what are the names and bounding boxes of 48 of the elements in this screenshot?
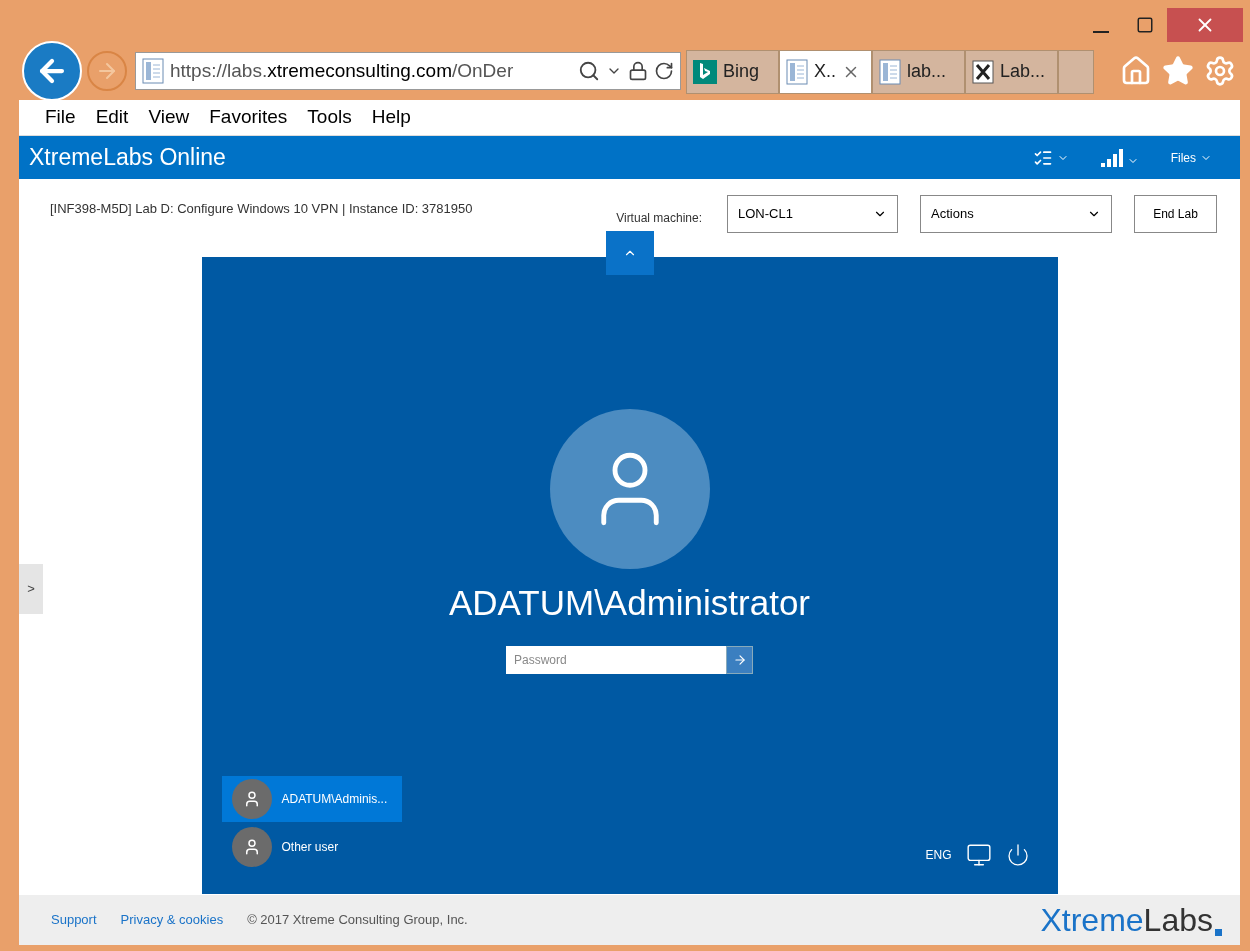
url-text: https://labs.xtremeconsulting.com/OnDer	[170, 58, 515, 83]
menu-item[interactable]: View	[148, 103, 190, 132]
actions-select[interactable]: Actions	[920, 195, 1112, 233]
minimize-icon	[1093, 31, 1109, 33]
x-logo-icon	[972, 59, 994, 84]
vm-label: Virtual machine:	[616, 210, 702, 227]
browser-tab[interactable]: Bing	[686, 49, 779, 94]
end-lab-button[interactable]: End Lab	[1134, 195, 1217, 233]
page-icon	[879, 58, 901, 85]
arrow-right-icon	[732, 652, 747, 667]
signal-menu-button[interactable]	[1100, 148, 1139, 167]
browser-tab[interactable]: Lab...	[965, 49, 1058, 94]
footer-link[interactable]: Privacy & cookies	[120, 910, 224, 930]
menu-item[interactable]: Favorites	[209, 103, 288, 132]
xtremelabs-logo: XtremeLabs	[1040, 896, 1222, 944]
bing-logo-icon	[693, 59, 717, 84]
menu-item[interactable]: File	[45, 103, 76, 132]
language-indicator[interactable]: ENG	[925, 846, 952, 864]
user-list-item[interactable]: ADATUM\Adminis...	[221, 776, 402, 822]
user-list-item[interactable]: Other user	[221, 824, 402, 870]
lab-title: [INF398-M5D] Lab D: Configure Windows 10 VPN | Instance ID: 3781950	[50, 200, 473, 218]
search-icon[interactable]	[578, 60, 600, 82]
close-button[interactable]	[1167, 8, 1243, 42]
copyright-text: © 2017 Xtreme Consulting Group, Inc.	[247, 911, 468, 930]
page-icon	[142, 58, 164, 84]
browser-tab[interactable]: lab...	[872, 49, 965, 94]
refresh-icon[interactable]	[654, 61, 674, 81]
user-icon	[231, 779, 272, 819]
lock-icon	[628, 61, 648, 81]
back-button[interactable]	[22, 41, 82, 101]
menu-item[interactable]: Help	[371, 103, 411, 132]
power-icon[interactable]	[1005, 843, 1030, 867]
maximize-icon	[1136, 16, 1154, 34]
menu-item[interactable]: Edit	[95, 103, 129, 132]
user-name: ADATUM\Administrator	[448, 582, 811, 624]
side-panel-toggle[interactable]: >	[19, 564, 43, 614]
files-menu-button[interactable]: Files	[1170, 148, 1212, 167]
menu-item[interactable]: Tools	[307, 103, 352, 132]
footer-link[interactable]: Support	[51, 910, 97, 930]
submit-button[interactable]	[726, 645, 753, 674]
address-bar[interactable]: https://labs.xtremeconsulting.com/OnDer	[135, 52, 681, 90]
vm-select[interactable]: LON-CL1	[727, 195, 898, 233]
page-icon	[786, 58, 808, 85]
app-title: XtremeLabs Online	[29, 143, 226, 173]
signal-bars-icon	[1100, 148, 1123, 167]
browser-tab[interactable]: X..	[779, 49, 872, 94]
user-icon	[231, 827, 272, 867]
password-field[interactable]: Password	[506, 645, 726, 674]
